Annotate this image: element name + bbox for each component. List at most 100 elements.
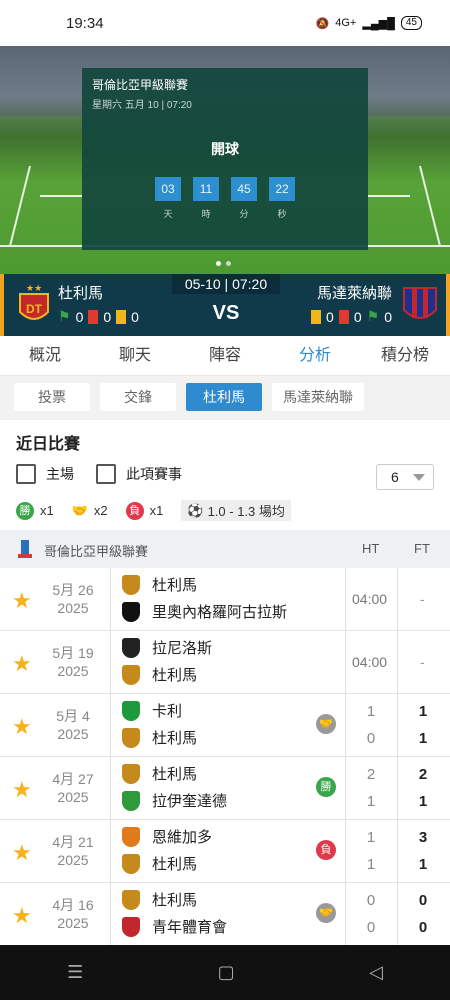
full-time-score: -: [420, 591, 425, 607]
ft-score-home: 0: [418, 892, 428, 909]
ht-score-home: 0: [366, 892, 376, 909]
tab-analysis[interactable]: 分析: [270, 336, 360, 375]
team-name: 杜利馬: [152, 892, 198, 909]
subtab-vote[interactable]: 投票: [14, 383, 90, 411]
match-list: ★ 5月 26 2025 杜利馬 里奧內格羅阿古拉斯 04:00 - ★ 5月 19 20…: [0, 568, 450, 946]
match-date: 星期六 五月 10 | 07:20: [92, 100, 192, 111]
main-tabs: 概況 聊天 陣容 分析 積分榜: [0, 336, 450, 376]
loss-icon: 負: [316, 840, 336, 860]
ft-score-home: 1: [418, 703, 428, 720]
team-name: 杜利馬: [152, 667, 198, 684]
home-red-cards: 0: [103, 308, 112, 325]
ht-column-header: HT: [362, 541, 380, 556]
team-name: 杜利馬: [152, 766, 198, 783]
ht-score-away: 1: [366, 856, 376, 873]
kickoff-time: 04:00: [352, 591, 388, 607]
team-crest-icon: [122, 853, 140, 874]
league-header-name: 哥倫比亞甲級聯賽: [44, 544, 149, 559]
ball-icon: ⚽: [187, 502, 204, 518]
match-row[interactable]: ★ 4月 16 2025 杜利馬 青年體育會 🤝 0 0 0 0: [0, 883, 450, 946]
menu-icon[interactable]: ☰: [67, 962, 83, 983]
home-icon[interactable]: ▢: [218, 962, 235, 983]
away-yellow-cards: 0: [326, 308, 334, 325]
team-crest-icon: [122, 826, 140, 847]
team-crest-icon: [122, 601, 140, 622]
match-row[interactable]: ★ 5月 26 2025 杜利馬 里奧內格羅阿古拉斯 04:00 -: [0, 568, 450, 631]
match-datetime: 05-10 | 07:20: [172, 274, 280, 294]
team-crest-icon: [122, 574, 140, 595]
home-team: 杜利馬: [122, 889, 197, 910]
subtab-away-team[interactable]: 馬達萊納聯: [272, 383, 364, 411]
home-team: 杜利馬: [122, 763, 197, 784]
draw-count: x2: [93, 503, 108, 518]
back-icon[interactable]: ◁: [369, 962, 383, 983]
win-icon: 勝: [316, 777, 336, 797]
star-icon[interactable]: ★: [12, 840, 32, 866]
ht-score-home: 1: [366, 703, 376, 720]
team-name: 杜利馬: [152, 856, 198, 873]
subtab-h2h[interactable]: 交鋒: [100, 383, 176, 411]
match-row[interactable]: ★ 4月 21 2025 恩維加多 杜利馬 負 1 1 3 1: [0, 820, 450, 883]
checkbox-icon[interactable]: [16, 464, 36, 484]
match-date: 5月 26 2025: [52, 582, 94, 616]
goals-average-text: 1.0 - 1.3 場均: [207, 504, 285, 519]
ht-score-away: 0: [366, 919, 376, 936]
star-icon[interactable]: ★: [12, 714, 32, 740]
system-nav-bar: ☰ ▢ ◁: [0, 945, 450, 1000]
ht-score-home: 2: [366, 766, 376, 783]
network-label: 4G+: [335, 17, 357, 29]
away-team: 拉伊奎達德: [122, 790, 227, 811]
tab-overview[interactable]: 概況: [0, 336, 90, 375]
team-crest-icon: [122, 727, 140, 748]
countdown-label: 秒: [277, 209, 287, 219]
ht-score-away: 0: [366, 730, 376, 747]
team-name: 杜利馬: [152, 730, 198, 747]
corner-flag-icon: ⚑: [58, 308, 71, 324]
subtab-home-team[interactable]: 杜利馬: [186, 383, 262, 411]
team-crest-icon: [122, 790, 140, 811]
match-date: 5月 19 2025: [52, 645, 94, 679]
team-name: 恩維加多: [152, 829, 213, 846]
countdown-label: 分: [239, 209, 249, 219]
star-icon[interactable]: ★: [12, 903, 32, 929]
tab-chat[interactable]: 聊天: [90, 336, 180, 375]
filter-label: 主場: [46, 466, 74, 482]
competition-filter[interactable]: 此項賽事: [96, 464, 182, 484]
section-title: 近日比賽: [16, 436, 81, 453]
checkbox-icon[interactable]: [96, 464, 116, 484]
countdown: 03 天 11 時 45 分 22 秒: [82, 177, 368, 220]
home-corners: 0: [75, 308, 84, 325]
match-row[interactable]: ★ 5月 4 2025 卡利 杜利馬 🤝 1 0 1 1: [0, 694, 450, 757]
ft-score-away: 1: [418, 730, 428, 747]
loss-icon: 負: [125, 501, 144, 520]
handshake-icon: 🤝: [316, 903, 336, 923]
match-row[interactable]: ★ 5月 19 2025 拉尼洛斯 杜利馬 04:00 -: [0, 631, 450, 694]
home-cards: ⚑ 0 0 0: [58, 308, 139, 325]
home-team: 恩維加多: [122, 826, 212, 847]
analysis-subtabs: 投票 交鋒 杜利馬 馬達萊納聯: [0, 376, 450, 420]
team-crest-icon: [122, 700, 140, 721]
ft-score-away: 0: [418, 919, 428, 936]
team-name: 杜利馬: [152, 577, 198, 594]
star-icon[interactable]: ★: [12, 651, 32, 677]
home-only-filter[interactable]: 主場: [16, 464, 74, 484]
match-count-select[interactable]: 6: [376, 464, 434, 490]
away-team: 里奧內格羅阿古拉斯: [122, 601, 287, 622]
ft-score-away: 1: [418, 793, 428, 810]
match-banner[interactable]: 哥倫比亞甲級聯賽 星期六 五月 10 | 07:20 開球 03 天 11 時 45…: [0, 46, 450, 274]
star-icon[interactable]: ★: [12, 588, 32, 614]
away-team-crest-icon: [403, 287, 437, 319]
countdown-days: 03: [155, 177, 181, 201]
yellow-card-icon: [116, 309, 127, 324]
corner-flag-icon: ⚑: [366, 308, 380, 324]
match-row[interactable]: ★ 4月 27 2025 杜利馬 拉伊奎達德 勝 2 1 2 1: [0, 757, 450, 820]
team-crest-icon: [122, 889, 140, 910]
carousel-dots[interactable]: [216, 261, 231, 266]
home-team-crest-icon: ★★ DT: [19, 283, 49, 320]
match-date: 5月 4 2025: [56, 708, 90, 742]
away-team: 杜利馬: [122, 664, 197, 685]
star-icon[interactable]: ★: [12, 777, 32, 803]
tab-lineup[interactable]: 陣容: [180, 336, 270, 375]
team-crest-icon: [122, 637, 140, 658]
tab-standings[interactable]: 積分榜: [360, 336, 450, 375]
